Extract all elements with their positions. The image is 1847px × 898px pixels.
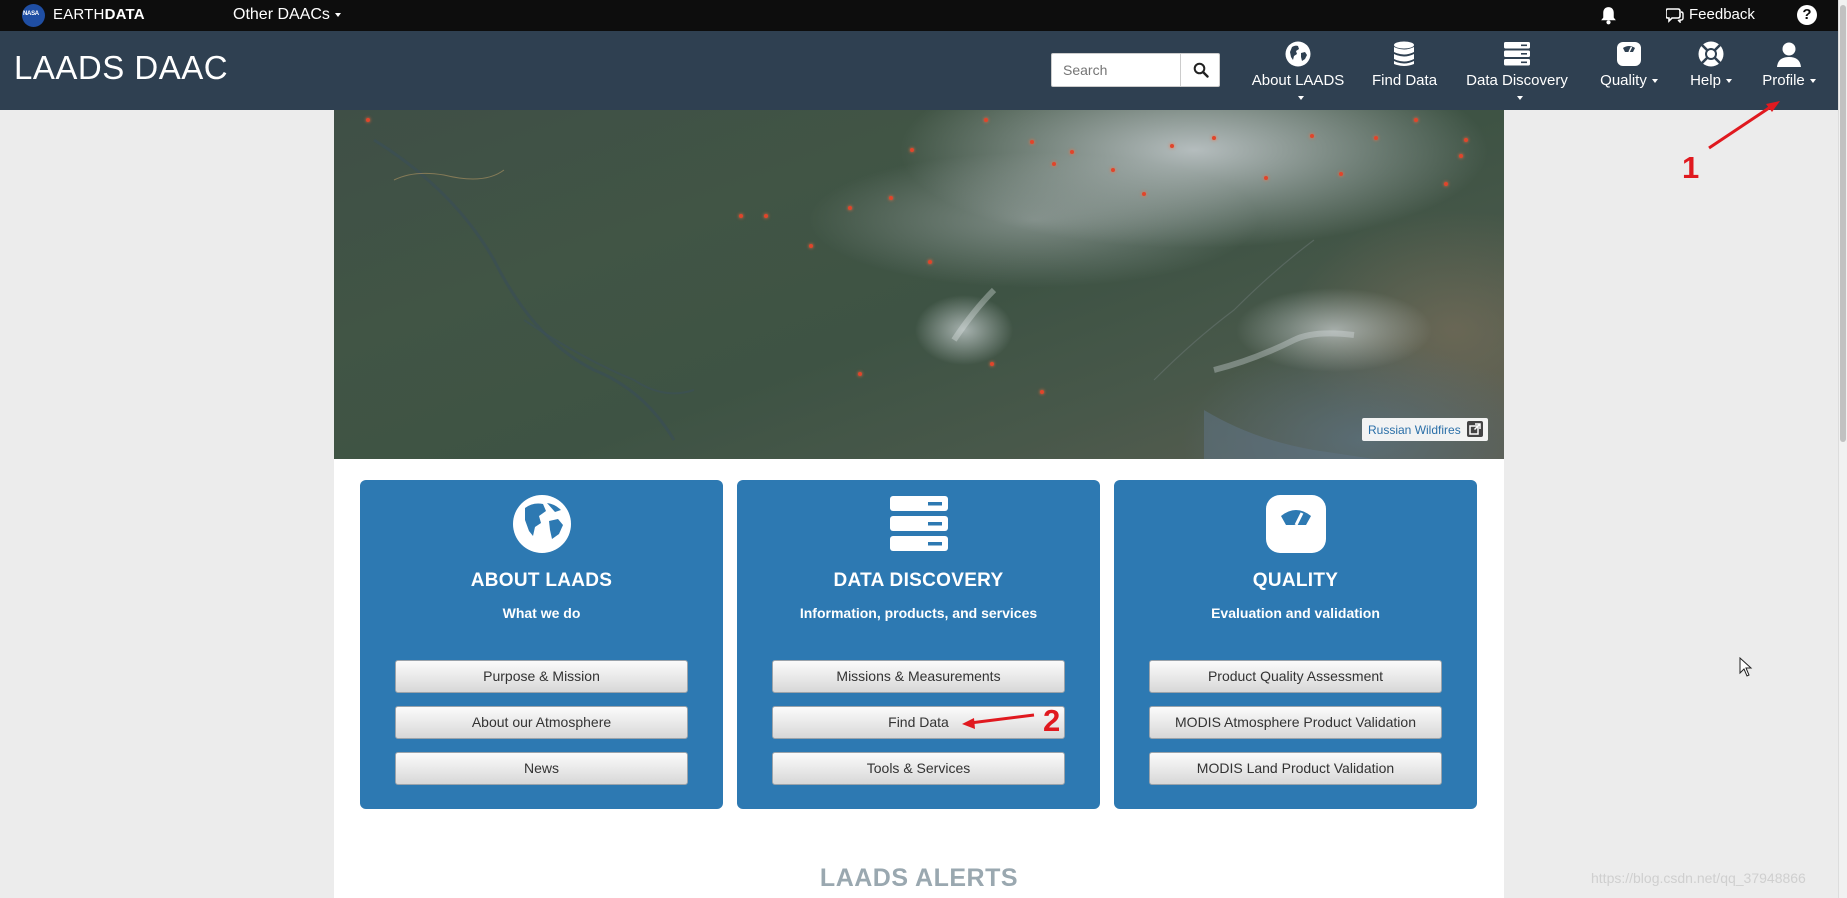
nav-find-data[interactable]: Find Data [1372, 40, 1438, 102]
card-subtitle: Information, products, and services [799, 605, 1038, 621]
annotation-number-1: 1 [1682, 150, 1700, 185]
nav-quality-label: Quality [1600, 72, 1647, 89]
card-about-laads: ABOUT LAADS What we do Purpose & Mission… [360, 480, 723, 809]
bell-icon[interactable] [1598, 5, 1619, 26]
about-atmosphere-button[interactable]: About our Atmosphere [395, 706, 688, 739]
search-icon [1193, 62, 1209, 78]
hero-terrain-overlay [373, 138, 1374, 459]
tools-services-button[interactable]: Tools & Services [772, 752, 1065, 785]
external-link-icon [1466, 421, 1483, 437]
server-icon [1504, 42, 1530, 66]
other-daacs-label: Other DAACs [233, 6, 330, 23]
nav-help[interactable]: Help [1688, 40, 1734, 102]
modis-atmosphere-validation-button[interactable]: MODIS Atmosphere Product Validation [1149, 706, 1442, 739]
chat-bubble-icon [1666, 7, 1684, 23]
chevron-down-icon [1725, 79, 1732, 84]
nav-quality[interactable]: Quality [1597, 40, 1661, 102]
chevron-down-icon [1297, 96, 1304, 101]
earthdata-topbar: EARTHDATA Other DAACs Feedback ? [0, 0, 1847, 31]
help-question-icon[interactable]: ? [1797, 5, 1817, 25]
nav-find-data-label: Find Data [1372, 72, 1438, 89]
card-title: DATA DISCOVERY [833, 570, 1004, 591]
brand-bold-text: DATA [104, 6, 145, 23]
feedback-label: Feedback [1689, 6, 1755, 23]
card-subtitle: What we do [502, 605, 581, 621]
feedback-link[interactable]: Feedback [1666, 6, 1755, 23]
product-quality-assessment-button[interactable]: Product Quality Assessment [1149, 660, 1442, 693]
user-icon [1777, 42, 1801, 67]
server-icon [890, 496, 948, 551]
scale-icon [1617, 42, 1641, 66]
card-title: QUALITY [1252, 570, 1339, 591]
main-content: Russian Wildfires ABOUT LAADS What we do… [334, 110, 1504, 898]
card-title: ABOUT LAADS [470, 570, 613, 591]
nav-profile-label: Profile [1762, 72, 1805, 89]
globe-icon [513, 495, 571, 553]
search-button[interactable] [1180, 53, 1220, 87]
nasa-logo-icon[interactable] [22, 4, 45, 27]
site-title[interactable]: LAADS DAAC [14, 49, 228, 87]
brand-light-text: EARTH [53, 6, 105, 23]
chevron-down-icon [1651, 79, 1658, 84]
nav-data-discovery-label: Data Discovery [1466, 72, 1568, 89]
chevron-down-icon [1809, 79, 1816, 84]
laads-alerts-heading: LAADS ALERTS [819, 864, 1019, 892]
card-subtitle: Evaluation and validation [1211, 605, 1380, 621]
image-credit-link[interactable]: Russian Wildfires [1362, 418, 1488, 441]
nav-profile[interactable]: Profile [1760, 40, 1818, 102]
watermark-text: https://blog.csdn.net/qq_37948866 [1591, 870, 1806, 886]
search-input[interactable] [1051, 53, 1181, 87]
chevron-down-icon [1516, 96, 1523, 101]
mouse-cursor-icon [1739, 657, 1753, 677]
modis-land-validation-button[interactable]: MODIS Land Product Validation [1149, 752, 1442, 785]
hero-satellite-image[interactable]: Russian Wildfires [334, 110, 1504, 459]
globe-icon [1285, 41, 1311, 67]
other-daacs-dropdown[interactable]: Other DAACs [233, 6, 341, 24]
find-data-button[interactable]: Find Data [772, 706, 1065, 739]
news-button[interactable]: News [395, 752, 688, 785]
laads-navbar: LAADS DAAC About LAADS Find Data [0, 31, 1838, 110]
nav-about-laads[interactable]: About LAADS [1248, 40, 1348, 102]
nav-help-label: Help [1690, 72, 1721, 89]
missions-measurements-button[interactable]: Missions & Measurements [772, 660, 1065, 693]
chevron-down-icon [334, 12, 341, 17]
nav-about-laads-label: About LAADS [1251, 72, 1345, 89]
vertical-scrollbar[interactable] [1838, 0, 1847, 898]
annotation-arrow-1 [1708, 104, 1773, 150]
card-data-discovery: DATA DISCOVERY Information, products, an… [737, 480, 1100, 809]
lifebuoy-icon [1698, 41, 1724, 67]
scale-icon [1266, 495, 1326, 553]
earthdata-brand[interactable]: EARTHDATA [53, 6, 145, 23]
scrollbar-thumb[interactable] [1840, 5, 1846, 442]
database-icon [1394, 41, 1414, 66]
image-credit-label: Russian Wildfires [1368, 423, 1461, 437]
purpose-mission-button[interactable]: Purpose & Mission [395, 660, 688, 693]
nav-data-discovery[interactable]: Data Discovery [1462, 40, 1572, 102]
annotation-number-2: 2 [1043, 703, 1061, 738]
card-quality: QUALITY Evaluation and validation Produc… [1114, 480, 1477, 809]
